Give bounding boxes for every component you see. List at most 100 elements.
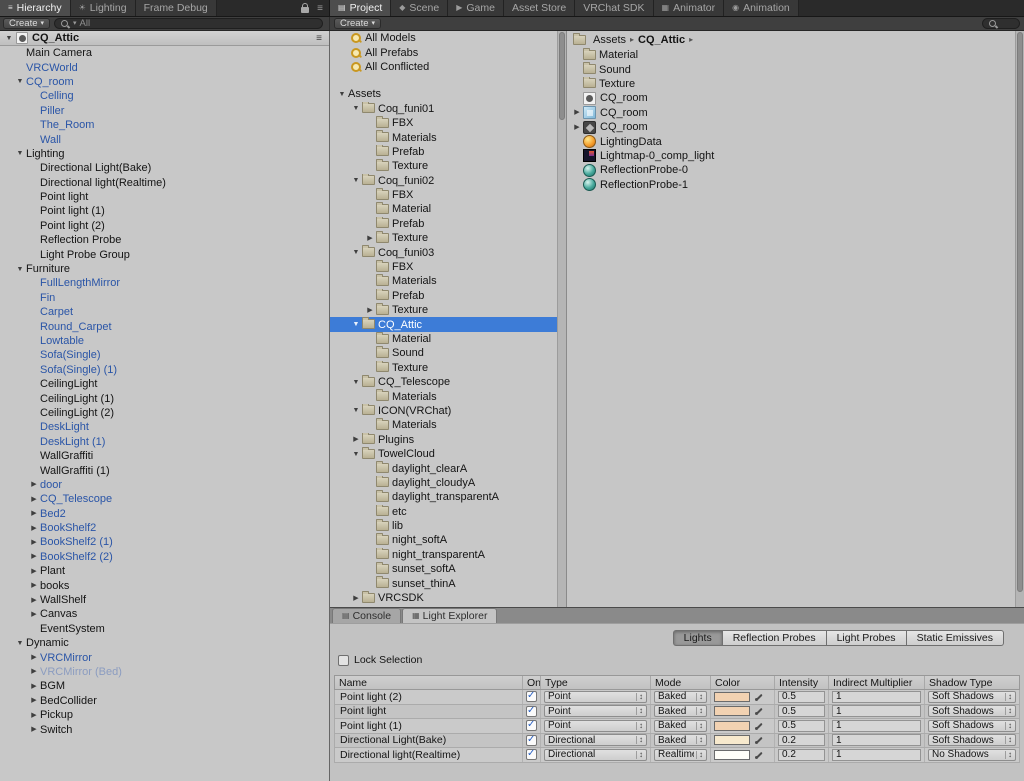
menu-icon[interactable]: ≡ <box>313 33 325 44</box>
hierarchy-item[interactable]: Main Camera <box>0 46 329 60</box>
project-folder-item[interactable]: Materials <box>330 130 566 144</box>
tab-console[interactable]: ▤ Console <box>332 608 402 623</box>
project-folder-item[interactable]: Prefab <box>330 288 566 303</box>
project-folder-item[interactable]: night_softA <box>330 533 566 547</box>
chevron-down-icon[interactable]: ▼ <box>4 35 14 42</box>
hierarchy-item[interactable]: Point light (2) <box>0 219 329 233</box>
hierarchy-item[interactable]: FullLengthMirror <box>0 276 329 290</box>
project-folder-item[interactable]: daylight_transparentA <box>330 490 566 504</box>
expand-down-icon[interactable]: ▼ <box>350 105 362 112</box>
expand-down-icon[interactable]: ▼ <box>350 249 362 256</box>
project-folder-item[interactable]: FBX <box>330 115 566 130</box>
expand-right-icon[interactable]: ▶ <box>571 109 583 116</box>
color-swatch[interactable] <box>714 706 750 717</box>
scrollbar-thumb[interactable] <box>559 32 565 120</box>
asset-item[interactable]: Lightmap-0_comp_light <box>567 149 1024 163</box>
asset-item[interactable]: Sound <box>567 62 1024 76</box>
light-name-cell[interactable]: Directional light(Realtime) <box>335 748 523 762</box>
mode-dropdown[interactable]: Baked ↕ <box>654 690 707 703</box>
asset-item[interactable]: CQ_room <box>567 91 1024 105</box>
project-folder-item[interactable]: daylight_clearA <box>330 461 566 475</box>
color-swatch[interactable] <box>714 735 750 746</box>
expand-right-icon[interactable]: ▶ <box>28 668 40 675</box>
shadow-type-dropdown[interactable]: Soft Shadows ↕ <box>928 690 1016 703</box>
project-folder-item[interactable]: sunset_softA <box>330 562 566 576</box>
hierarchy-item[interactable]: Round_Carpet <box>0 319 329 333</box>
hierarchy-item[interactable]: ▶ Plant <box>0 564 329 578</box>
intensity-field[interactable]: 0.5 <box>778 690 825 703</box>
project-folder-item[interactable]: ▼ CQ_Telescope <box>330 374 566 389</box>
type-dropdown[interactable]: Point ↕ <box>544 719 647 732</box>
expand-down-icon[interactable]: ▼ <box>350 451 362 458</box>
project-folder-item[interactable]: FBX <box>330 187 566 202</box>
hierarchy-item[interactable]: Reflection Probe <box>0 233 329 247</box>
project-folder-item[interactable]: FBX <box>330 259 566 274</box>
light-name-cell[interactable]: Point light (1) <box>335 719 523 733</box>
project-folder-item[interactable]: ▼ TowelCloud <box>330 446 566 461</box>
hierarchy-item[interactable]: VRCWorld <box>0 60 329 74</box>
hierarchy-create-button[interactable]: Create ▾ <box>3 18 51 29</box>
intensity-field[interactable]: 0.2 <box>778 748 825 761</box>
project-folder-item[interactable]: ▶ Texture <box>330 303 566 317</box>
project-folder-item[interactable]: ▼ Coq_funi01 <box>330 101 566 116</box>
lock-icon[interactable] <box>301 3 310 13</box>
mode-dropdown[interactable]: Baked ↕ <box>654 734 707 747</box>
indirect-multiplier-field[interactable]: 1 <box>832 734 921 747</box>
project-search-input[interactable] <box>982 18 1020 29</box>
column-header-shadow-type[interactable]: Shadow Type <box>925 676 1019 689</box>
expand-down-icon[interactable]: ▼ <box>14 78 26 85</box>
hierarchy-item[interactable]: DeskLight (1) <box>0 435 329 449</box>
hierarchy-item[interactable]: ▶ BookShelf2 <box>0 521 329 535</box>
expand-down-icon[interactable]: ▼ <box>350 177 362 184</box>
asset-item[interactable]: ReflectionProbe-0 <box>567 163 1024 177</box>
project-folder-item[interactable]: ▶ VRCSDK <box>330 590 566 605</box>
type-dropdown[interactable]: Directional ↕ <box>544 734 647 747</box>
column-header-mode[interactable]: Mode <box>651 676 711 689</box>
project-folder-item[interactable]: Sound <box>330 346 566 360</box>
color-swatch[interactable] <box>714 691 750 702</box>
hierarchy-item[interactable]: Lowtable <box>0 334 329 348</box>
hierarchy-search-input[interactable]: ▾ All <box>54 18 323 29</box>
hierarchy-item[interactable]: The_Room <box>0 118 329 132</box>
project-folder-item[interactable]: etc <box>330 504 566 519</box>
expand-right-icon[interactable]: ▶ <box>28 553 40 560</box>
filter-reflection-probes-button[interactable]: Reflection Probes <box>722 630 827 646</box>
eyedropper-icon[interactable] <box>754 692 764 702</box>
asset-item[interactable]: Texture <box>567 76 1024 91</box>
tab-game[interactable]: ▶ Game <box>448 0 504 16</box>
shadow-type-dropdown[interactable]: Soft Shadows ↕ <box>928 734 1016 747</box>
tab-lighting[interactable]: ☀ Lighting <box>70 0 136 16</box>
intensity-field[interactable]: 0.2 <box>778 734 825 747</box>
sc4rollbar-thumb[interactable] <box>1017 32 1023 592</box>
expand-right-icon[interactable]: ▶ <box>28 712 40 719</box>
hierarchy-item[interactable]: Light Probe Group <box>0 247 329 261</box>
expand-right-icon[interactable]: ▶ <box>28 654 40 661</box>
expand-down-icon[interactable]: ▼ <box>14 640 26 647</box>
column-header-color[interactable]: Color <box>711 676 775 689</box>
hierarchy-item[interactable]: CeilingLight (1) <box>0 391 329 405</box>
expand-down-icon[interactable]: ▼ <box>14 150 26 157</box>
hierarchy-item[interactable]: ▶ VRCMirror <box>0 650 329 664</box>
hierarchy-item[interactable]: CeilingLight (2) <box>0 406 329 420</box>
tab-project[interactable]: ▤ Project <box>330 0 392 16</box>
shadow-type-dropdown[interactable]: Soft Shadows ↕ <box>928 719 1016 732</box>
color-swatch[interactable] <box>714 720 750 731</box>
intensity-field[interactable]: 0.5 <box>778 719 825 732</box>
expand-right-icon[interactable]: ▶ <box>28 481 40 488</box>
breadcrumb-root[interactable]: Assets <box>593 34 626 46</box>
hierarchy-item[interactable]: ▼ Furniture <box>0 262 329 276</box>
filter-light-probes-button[interactable]: Light Probes <box>826 630 907 646</box>
project-folder-item[interactable]: ▶ Texture <box>330 231 566 245</box>
project-folder-item[interactable]: daylight_cloudyA <box>330 475 566 490</box>
project-folder-item[interactable]: Material <box>330 331 566 346</box>
color-swatch[interactable] <box>714 749 750 760</box>
shadow-type-dropdown[interactable]: No Shadows ↕ <box>928 748 1016 761</box>
breadcrumb-current[interactable]: CQ_Attic <box>638 34 685 46</box>
hierarchy-item[interactable]: Point light (1) <box>0 204 329 218</box>
hierarchy-item[interactable]: ▶ BGM <box>0 679 329 693</box>
project-folder-item[interactable]: Materials <box>330 418 566 432</box>
hierarchy-item[interactable]: EventSystem <box>0 622 329 636</box>
project-folder-item[interactable]: ▼ Coq_funi03 <box>330 245 566 259</box>
expand-right-icon[interactable]: ▶ <box>28 611 40 618</box>
asset-item[interactable]: ▶ CQ_room <box>567 106 1024 120</box>
